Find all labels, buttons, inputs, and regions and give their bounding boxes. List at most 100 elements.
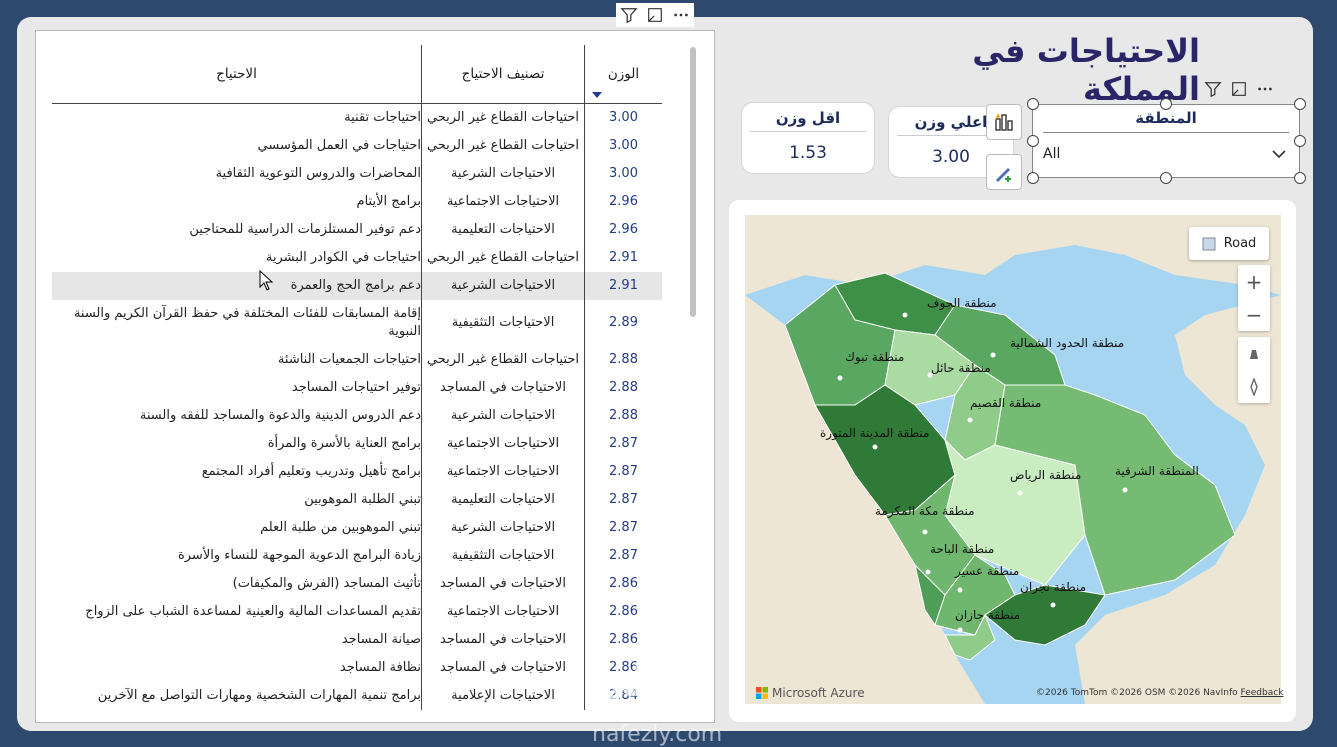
- table-row[interactable]: 2.96 الاحتياجات الاجتماعية برامج الأيتام: [52, 188, 662, 216]
- table-row[interactable]: 2.86 الاحتياجات في المساجد تأثيث المساجد (…: [52, 570, 662, 598]
- resize-handle[interactable]: [1160, 98, 1172, 110]
- table-row[interactable]: 2.96 الاحتياجات التعليمية دعم توفير المستل…: [52, 216, 662, 244]
- column-header-need[interactable]: الاحتياج: [52, 45, 422, 104]
- mouse-cursor-icon: [259, 270, 274, 291]
- cell-need: تأثيث المساجد (الفرش والمكيفات): [52, 570, 422, 598]
- watermark-logo: نفذلي: [590, 660, 713, 706]
- table-row[interactable]: 2.84 الاحتياجات الإعلامية برامج تنمية المه…: [52, 682, 662, 710]
- slicer-visual-header: [1200, 76, 1278, 102]
- cell-weight: 2.88: [609, 352, 638, 367]
- resize-handle[interactable]: [1027, 98, 1039, 110]
- sort-desc-icon[interactable]: [592, 92, 602, 98]
- region-label: منطقة الباحة: [930, 542, 994, 556]
- cell-category: الاحتياجات الاجتماعية: [421, 188, 585, 216]
- cell-category: الاحتياجات التعليمية: [421, 216, 585, 244]
- zoom-in-icon[interactable]: +: [1238, 265, 1270, 298]
- table-row[interactable]: 2.86 الاحتياجات الاجتماعية تقديم المساعدات…: [52, 598, 662, 626]
- slicer-label: المنطقة: [1135, 109, 1197, 127]
- divider: [1043, 132, 1289, 133]
- table-row[interactable]: 2.91 احتياجات القطاع غير الربحي احتياجات ف…: [52, 244, 662, 272]
- road-style-button[interactable]: Road: [1189, 227, 1269, 260]
- column-header-category[interactable]: تصنيف الاحتياج: [421, 45, 585, 104]
- cell-category: الاحتياجات الشرعية: [421, 160, 585, 188]
- cell-need: احتياجات الجمعيات الناشئة: [52, 346, 422, 374]
- table-row[interactable]: 2.88 الاحتياجات الشرعية دعم الدروس الدينية…: [52, 402, 662, 430]
- brand-text: Microsoft Azure: [772, 686, 865, 700]
- cell-weight: 2.87: [609, 492, 638, 507]
- region-label: منطقة المدينة المنورة: [820, 426, 929, 441]
- cell-weight: 3.00: [609, 138, 638, 153]
- region-dropdown[interactable]: All: [1043, 141, 1287, 167]
- cell-weight: 2.87: [609, 464, 638, 479]
- table-row[interactable]: 2.86 الاحتياجات في المساجد نظافة المساجد: [52, 654, 662, 682]
- cell-category: الاحتياجات في المساجد: [421, 570, 585, 598]
- cell-category: احتياجات القطاع غير الربحي: [421, 103, 585, 132]
- cell-need: صيانة المساجد: [52, 626, 422, 654]
- region-label: منطقة حائل: [931, 361, 991, 375]
- cell-weight: 3.00: [609, 110, 638, 125]
- resize-handle[interactable]: [1027, 135, 1039, 147]
- resize-handle[interactable]: [1027, 172, 1039, 184]
- table-row[interactable]: 2.89 الاحتياجات التثقيفية إقامة المسابقات …: [52, 300, 662, 346]
- focus-mode-icon[interactable]: [642, 3, 668, 27]
- cell-need: برامج العناية بالأسرة والمرأة: [52, 430, 422, 458]
- road-label: Road: [1223, 236, 1257, 251]
- build-visual-icon[interactable]: [986, 104, 1022, 140]
- cell-need: دعم الدروس الدينية والدعوة والمساجد للفق…: [52, 402, 422, 430]
- watermark-url: nafezly.com: [592, 722, 723, 747]
- view-controls: [1238, 337, 1270, 403]
- cell-category: الاحتياجات في المساجد: [421, 374, 585, 402]
- cell-need: احتياجات في الكوادر البشرية: [52, 244, 422, 272]
- region-label: منطقة الحدود الشمالية: [1010, 336, 1124, 351]
- table-row[interactable]: 2.87 الاحتياجات التثقيفية زيادة البرامج ال…: [52, 542, 662, 570]
- table-row[interactable]: 3.00 احتياجات القطاع غير الربحي احتياجات ت…: [52, 103, 662, 132]
- resize-handle[interactable]: [1294, 172, 1306, 184]
- cell-category: احتياجات القطاع غير الربحي: [421, 132, 585, 160]
- kpi-min-weight-card[interactable]: اقل وزن 1.53: [741, 102, 875, 174]
- chevron-down-icon[interactable]: [1271, 149, 1287, 159]
- cell-category: الاحتياجات التثقيفية: [421, 300, 585, 346]
- pitch-icon[interactable]: [1238, 337, 1270, 370]
- table-row[interactable]: 2.87 الاحتياجات التعليمية تبني الطلبة المو…: [52, 486, 662, 514]
- resize-handle[interactable]: [1294, 135, 1306, 147]
- filter-icon[interactable]: [616, 3, 642, 27]
- region-label: المنطقة الشرقية: [1115, 464, 1199, 479]
- table-row[interactable]: 2.87 الاحتياجات الاجتماعية برامج تأهيل وتد…: [52, 458, 662, 486]
- table-row[interactable]: 2.87 الاحتياجات الاجتماعية برامج العناية ب…: [52, 430, 662, 458]
- table-row[interactable]: 2.88 احتياجات القطاع غير الربحي احتياجات ا…: [52, 346, 662, 374]
- filter-icon[interactable]: [1200, 77, 1226, 101]
- table-row[interactable]: 2.88 الاحتياجات في المساجد توفير احتياجات …: [52, 374, 662, 402]
- table-scrollbar[interactable]: [690, 47, 696, 317]
- table-row[interactable]: 3.00 احتياجات القطاع غير الربحي احتياجات ف…: [52, 132, 662, 160]
- feedback-link[interactable]: Feedback: [1241, 688, 1284, 698]
- region-label: منطقة مكة المكرمة: [875, 504, 975, 519]
- page-title: الاحتياجات في المملكة: [972, 32, 1200, 108]
- compass-icon[interactable]: [1238, 370, 1270, 403]
- cell-need: احتياجات في العمل المؤسسي: [52, 132, 422, 160]
- cell-category: الاحتياجات في المساجد: [421, 626, 585, 654]
- region-label: منطقة تبوك: [845, 350, 904, 365]
- needs-table-visual[interactable]: الوزن تصنيف الاحتياج الاحتياج 3.00 احتياج…: [35, 30, 715, 723]
- table-row[interactable]: 2.91 الاحتياجات الشرعية دعم برامج الحج وال…: [52, 272, 662, 300]
- column-header-weight[interactable]: الوزن: [584, 45, 662, 104]
- resize-handle[interactable]: [1160, 172, 1172, 184]
- cell-need: دعم توفير المستلزمات الدراسية للمحتاجين: [52, 216, 422, 244]
- region-label: منطقة جازان: [955, 608, 1020, 623]
- zoom-out-icon[interactable]: −: [1238, 298, 1270, 331]
- more-options-icon[interactable]: [668, 3, 694, 27]
- table-row[interactable]: 3.00 الاحتياجات الشرعية المحاضرات والدروس …: [52, 160, 662, 188]
- needs-table: الوزن تصنيف الاحتياج الاحتياج 3.00 احتياج…: [52, 45, 662, 713]
- table-row[interactable]: 2.86 الاحتياجات في المساجد صيانة المساجد: [52, 626, 662, 654]
- focus-mode-icon[interactable]: [1226, 77, 1252, 101]
- region-label: منطقة القصيم: [970, 396, 1041, 410]
- filled-map[interactable]: منطقة الجوف منطقة الحدود الشمالية منطقة تب…: [745, 215, 1281, 704]
- cell-weight: 3.00: [609, 166, 638, 181]
- format-visual-icon[interactable]: [986, 154, 1022, 190]
- cell-weight: 2.91: [584, 272, 662, 300]
- resize-handle[interactable]: [1294, 98, 1306, 110]
- table-row[interactable]: 2.87 الاحتياجات الشرعية تبني الموهوبين من …: [52, 514, 662, 542]
- cell-weight: 2.91: [609, 250, 638, 265]
- more-options-icon[interactable]: [1252, 77, 1278, 101]
- region-slicer[interactable]: المنطقة All: [1032, 104, 1300, 178]
- cell-weight: 2.89: [609, 315, 638, 330]
